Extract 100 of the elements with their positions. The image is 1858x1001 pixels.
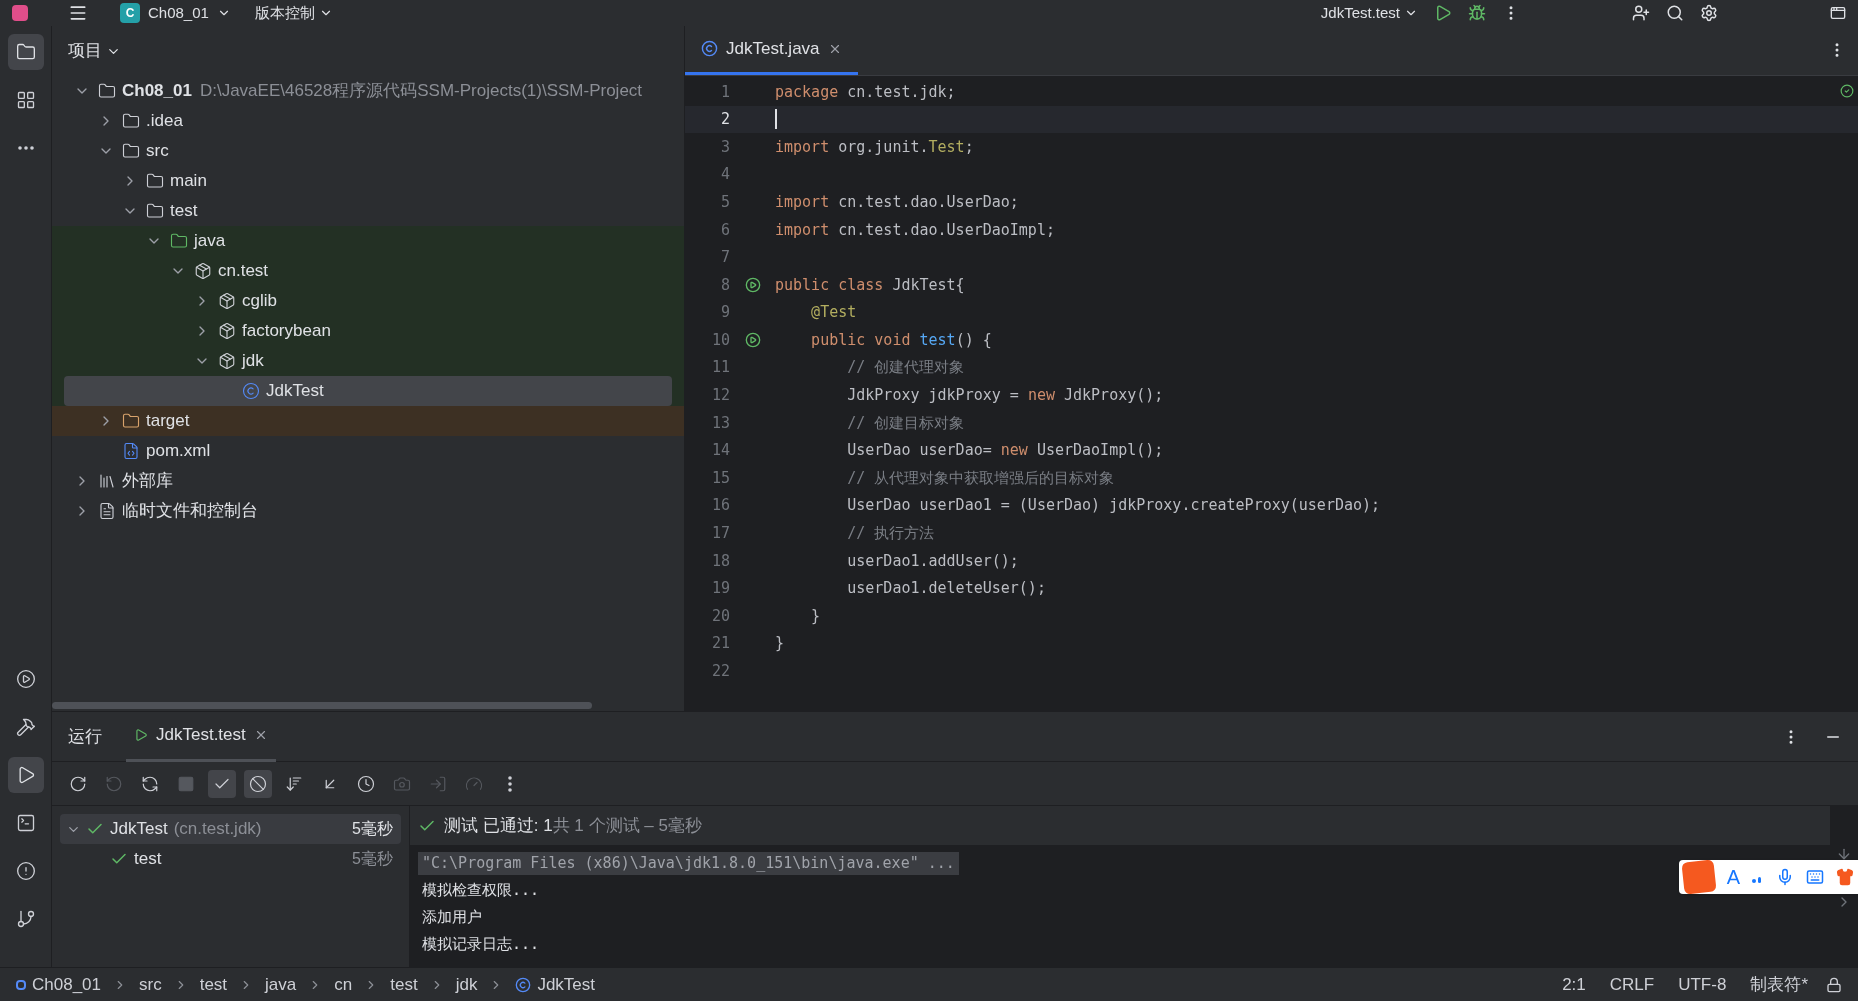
- line-number: 10: [710, 329, 730, 351]
- structure-icon: [15, 90, 36, 110]
- tree-item-label: factorybean: [242, 320, 331, 343]
- tree-item-label: java: [194, 230, 226, 253]
- breadcrumb[interactable]: src: [139, 971, 162, 998]
- line-number: 2: [719, 109, 730, 131]
- code-line: import org.junit.Test;: [775, 136, 974, 158]
- console-output: 模拟检查权限...: [421, 880, 541, 902]
- run-tab[interactable]: JdkTest.test: [126, 711, 276, 762]
- tree-row[interactable]: Ch08_01 D:\JavaEE\46528程序源代码SSM-Projects(1)\SSM-Project: [64, 76, 672, 106]
- run-test-icon[interactable]: [744, 276, 761, 293]
- line-number: 3: [719, 136, 730, 158]
- add-user-icon[interactable]: [1632, 4, 1650, 22]
- tree-item-label: main: [170, 170, 207, 193]
- code-line: userDao1.addUser();: [846, 550, 1019, 572]
- status-item[interactable]: 制表符*: [1744, 971, 1814, 998]
- run-test-icon[interactable]: [744, 332, 761, 349]
- vcs-menu[interactable]: 版本控制: [254, 1, 333, 25]
- code-line: // 创建代理对象: [846, 357, 965, 379]
- show-passed-button[interactable]: [208, 769, 236, 798]
- line-number: 9: [719, 302, 730, 324]
- code-line: // 创建目标对象: [846, 412, 965, 434]
- tree-row[interactable]: 临时文件和控制台: [64, 496, 672, 526]
- console-output: 模拟记录日志...: [421, 934, 541, 956]
- code-line: package cn.test.jdk;: [775, 81, 956, 103]
- code-line: }: [775, 633, 785, 655]
- code-line: import cn.test.dao.UserDaoImpl;: [775, 219, 1055, 241]
- microphone-icon[interactable]: [1776, 868, 1794, 886]
- ime-mode: A: [1726, 865, 1740, 890]
- search-icon[interactable]: [1666, 4, 1684, 22]
- breadcrumb[interactable]: test: [390, 971, 418, 998]
- test-tree-row[interactable]: test 5毫秒: [60, 844, 401, 874]
- line-number: 21: [710, 633, 730, 655]
- line-number: 17: [710, 523, 730, 545]
- tree-row[interactable]: test: [64, 196, 672, 226]
- test-summary: 共 1 个测试 – 5毫秒: [552, 814, 702, 837]
- tree-item-label: 外部库: [122, 470, 173, 493]
- lock-icon[interactable]: [1826, 976, 1842, 993]
- tree-item-label: 临时文件和控制台: [122, 500, 258, 523]
- run-icon[interactable]: [1434, 4, 1452, 22]
- run-tool-button[interactable]: [7, 757, 44, 793]
- tree-row[interactable]: pom.xml: [64, 436, 672, 466]
- test-name: JdkTest: [110, 818, 168, 841]
- scroll-to-end-icon[interactable]: [1836, 846, 1852, 862]
- tree-row[interactable]: JdkTest: [64, 376, 672, 406]
- shirt-icon[interactable]: [1836, 868, 1854, 886]
- folder-icon: [15, 42, 36, 62]
- settings-icon[interactable]: [1700, 4, 1718, 22]
- code-line: // 从代理对象中获取增强后的目标对象: [846, 467, 1115, 489]
- line-number: 5: [719, 191, 730, 213]
- tree-row[interactable]: .idea: [64, 106, 672, 136]
- breadcrumb[interactable]: java: [265, 971, 297, 998]
- code-line: public void test() {: [810, 329, 992, 351]
- problems-icon: [15, 861, 36, 881]
- project-path: D:\JavaEE\46528程序源代码SSM-Projects(1)\SSM-Project: [199, 80, 643, 103]
- test-tree-row[interactable]: JdkTest (cn.test.jdk) 5毫秒: [60, 814, 401, 844]
- breadcrumb[interactable]: jdk: [455, 971, 478, 998]
- code-line: import cn.test.dao.UserDao;: [775, 191, 1019, 213]
- tree-item-label: pom.xml: [146, 440, 211, 463]
- services-icon: [15, 669, 36, 689]
- run-configuration[interactable]: JdkTest.test: [1320, 1, 1418, 25]
- inspection-ok-icon: [1840, 84, 1854, 98]
- tree-row[interactable]: src: [64, 136, 672, 166]
- keyboard-icon[interactable]: [1806, 868, 1824, 886]
- status-item[interactable]: UTF-8: [1672, 971, 1733, 998]
- show-ignored-button[interactable]: [244, 769, 272, 798]
- breadcrumb[interactable]: test: [199, 971, 228, 998]
- code-line: UserDao userDao1 = (UserDao) jdkProxy.createProxy(userDao);: [846, 495, 1381, 517]
- tree-item-label: cglib: [242, 290, 277, 313]
- line-number: 4: [719, 164, 730, 186]
- line-number: 14: [710, 440, 730, 462]
- tree-row[interactable]: main: [64, 166, 672, 196]
- more-icon: [17, 146, 34, 150]
- project-tool-button[interactable]: [7, 34, 44, 70]
- git-branch-icon: [15, 909, 36, 929]
- tree-item-label: JdkTest: [266, 380, 324, 403]
- breadcrumb[interactable]: cn: [334, 971, 353, 998]
- debug-icon[interactable]: [1468, 4, 1486, 22]
- code-line: UserDao userDao= new UserDaoImpl();: [846, 440, 1164, 462]
- tree-row[interactable]: 外部库: [64, 466, 672, 496]
- tree-item-label: Ch08_01: [122, 80, 192, 103]
- project-badge: C: [120, 3, 140, 23]
- line-number: 11: [710, 357, 730, 379]
- breadcrumb[interactable]: JdkTest: [515, 971, 596, 998]
- window-icon[interactable]: [1830, 5, 1846, 21]
- project-switcher[interactable]: C Ch08_01: [120, 1, 231, 25]
- tree-item-label: target: [146, 410, 190, 433]
- app-logo-icon: [12, 5, 28, 21]
- status-item[interactable]: CRLF: [1603, 971, 1661, 998]
- test-run-icon: [134, 728, 148, 742]
- code-line: public class JdkTest{: [775, 274, 965, 296]
- menu-icon[interactable]: [68, 3, 88, 23]
- editor-tab[interactable]: JdkTest.java: [685, 25, 858, 75]
- test-status: 测试 已通过: 1: [444, 814, 553, 837]
- line-number: 6: [719, 219, 730, 241]
- tree-item-label: cn.test: [218, 260, 269, 283]
- status-item[interactable]: 2:1: [1556, 971, 1592, 998]
- breadcrumb[interactable]: Ch08_01: [16, 971, 101, 998]
- code-line: userDao1.deleteUser();: [846, 578, 1046, 600]
- terminal-icon: [15, 813, 36, 833]
